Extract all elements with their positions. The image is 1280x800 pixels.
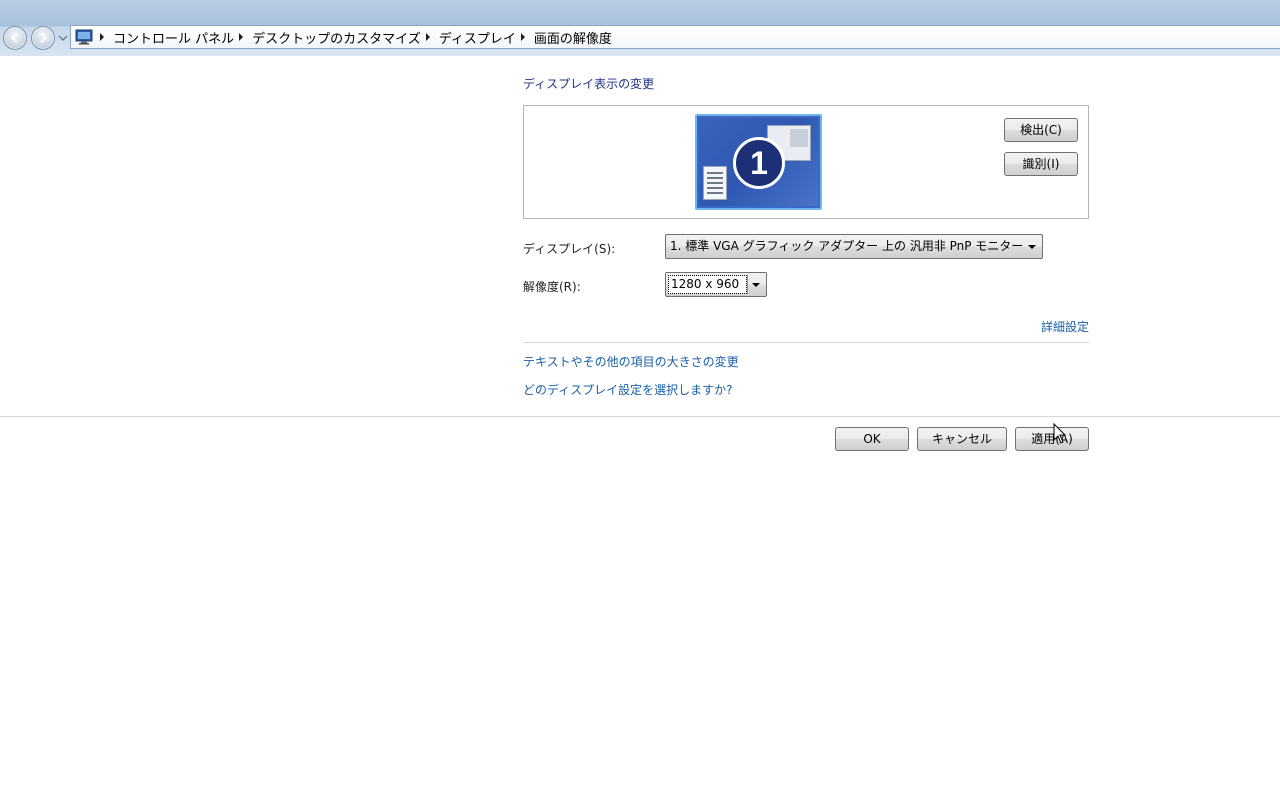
monitor-preview-panel: 1 検出(C) 識別(I) [523, 105, 1089, 219]
monitor-document-graphic [703, 166, 727, 200]
back-button[interactable] [3, 26, 27, 50]
which-display-settings-link[interactable]: どのディスプレイ設定を選択しますか? [523, 381, 733, 398]
breadcrumb-separator-icon[interactable] [239, 33, 244, 41]
identify-button[interactable]: 識別(I) [1004, 152, 1078, 176]
display-select-value: 1. 標準 VGA グラフィック アダプター 上の 汎用非 PnP モニター [670, 239, 1024, 253]
page-title: ディスプレイ表示の変更 [523, 77, 655, 91]
display-label: ディスプレイ(S): [523, 242, 616, 256]
recent-pages-dropdown-icon[interactable] [58, 33, 68, 43]
cancel-button[interactable]: キャンセル [917, 427, 1007, 451]
resolution-label: 解像度(R): [523, 280, 581, 294]
section-divider [523, 342, 1089, 343]
breadcrumb-desktop-customize[interactable]: デスクトップのカスタマイズ [252, 28, 421, 47]
mouse-cursor-icon [1053, 423, 1067, 444]
chevron-down-icon [752, 283, 760, 287]
title-bar: コントロール パネル デスクトップのカスタマイズ ディスプレイ 画面の解像度 [0, 0, 1280, 56]
breadcrumb: コントロール パネル デスクトップのカスタマイズ ディスプレイ 画面の解像度 [95, 26, 612, 48]
breadcrumb-screen-resolution[interactable]: 画面の解像度 [534, 28, 612, 47]
footer-divider [0, 416, 1280, 417]
forward-arrow-icon [40, 33, 48, 43]
advanced-settings-link[interactable]: 詳細設定 [1041, 318, 1089, 335]
monitor-screen: 1 [699, 118, 818, 206]
breadcrumb-separator-icon[interactable] [520, 33, 525, 41]
forward-button[interactable] [31, 26, 55, 50]
address-bar[interactable]: コントロール パネル デスクトップのカスタマイズ ディスプレイ 画面の解像度 [70, 25, 1280, 49]
back-arrow-icon [10, 33, 18, 43]
monitor-number-badge: 1 [733, 137, 785, 189]
monitor-1-thumbnail[interactable]: 1 [695, 114, 822, 210]
chevron-down-icon [1028, 245, 1036, 249]
control-panel-icon [75, 29, 93, 45]
detect-button[interactable]: 検出(C) [1004, 118, 1078, 142]
text-size-link[interactable]: テキストやその他の項目の大きさの変更 [523, 353, 739, 370]
ok-button[interactable]: OK [835, 427, 909, 451]
breadcrumb-separator-icon[interactable] [100, 33, 104, 41]
resolution-select[interactable]: 1280 x 960 [665, 272, 767, 297]
display-select[interactable]: 1. 標準 VGA グラフィック アダプター 上の 汎用非 PnP モニター [665, 234, 1043, 259]
resolution-select-value: 1280 x 960 [668, 275, 747, 294]
breadcrumb-control-panel[interactable]: コントロール パネル [113, 28, 234, 47]
breadcrumb-separator-icon[interactable] [425, 33, 430, 41]
breadcrumb-display[interactable]: ディスプレイ [439, 28, 516, 47]
apply-button[interactable]: 適用(A) [1015, 427, 1089, 451]
